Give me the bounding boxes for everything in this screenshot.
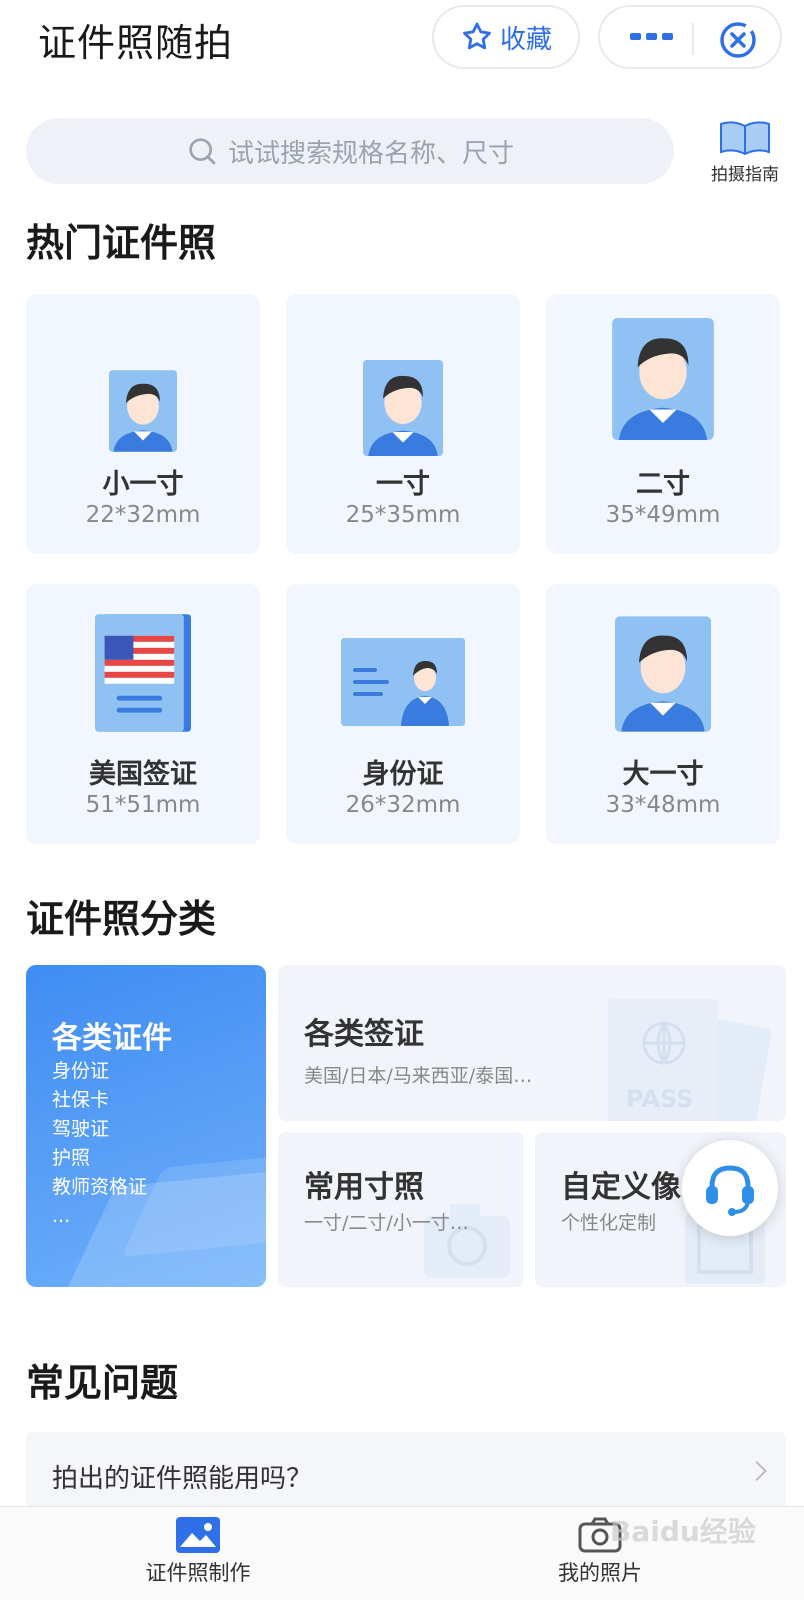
search-placeholder: 试试搜索规格名称、尺寸 (227, 138, 514, 169)
hot-item-id-card[interactable]: 身份证 26*32mm (286, 584, 520, 844)
list-item: 护照 (52, 1147, 91, 1169)
portrait-icon (363, 360, 443, 456)
list-item: 驾驶证 (52, 1118, 110, 1140)
category-subtitle: 一寸/二寸/小一寸… (304, 1212, 469, 1234)
guide-label: 拍摄指南 (711, 165, 779, 185)
category-title: 自定义像 (561, 1170, 681, 1205)
list-item: 教师资格证 (52, 1176, 148, 1198)
category-certificates[interactable]: 各类证件 身份证 社保卡 驾驶证 护照 教师资格证 ... (26, 965, 266, 1287)
hot-item-size: 22*32mm (85, 502, 201, 528)
category-subtitle: 美国/日本/马来西亚/泰国… (304, 1065, 533, 1087)
hot-item-us-visa[interactable]: 美国签证 51*51mm (26, 584, 260, 844)
hot-item-small-one-inch[interactable]: 小一寸 22*32mm (26, 294, 260, 554)
category-title: 各类签证 (304, 1017, 424, 1052)
category-title: 常用寸照 (304, 1170, 424, 1205)
nav-label: 证件照制作 (145, 1561, 251, 1585)
chevron-right-icon (747, 1461, 767, 1481)
nav-item-make[interactable]: 证件照制作 (118, 1517, 278, 1587)
guide-button[interactable]: 拍摄指南 (700, 120, 790, 185)
category-subtitle: 个性化定制 (561, 1212, 657, 1234)
nav-label: 我的照片 (558, 1561, 642, 1585)
portrait-icon (109, 370, 177, 452)
hot-item-size: 35*49mm (605, 502, 721, 528)
hot-item-name: 大一寸 (622, 759, 704, 790)
hot-item-large-one-inch[interactable]: 大一寸 33*48mm (546, 584, 780, 844)
hot-item-name: 身份证 (362, 759, 444, 790)
capsule-divider (692, 23, 694, 55)
passport-watermark: PASS (626, 1085, 693, 1113)
favorite-label: 收藏 (499, 24, 552, 55)
us-visa-icon (95, 614, 191, 732)
customer-service-button[interactable] (682, 1140, 778, 1236)
list-item: 身份证 (52, 1060, 110, 1082)
hot-item-size: 51*51mm (85, 792, 201, 818)
category-common-sizes[interactable]: 常用寸照 一寸/二寸/小一寸… (278, 1132, 524, 1287)
hot-item-two-inch[interactable]: 二寸 35*49mm (546, 294, 780, 554)
hot-item-name: 二寸 (636, 469, 690, 500)
star-icon (463, 22, 491, 50)
search-input[interactable]: 试试搜索规格名称、尺寸 (26, 118, 674, 184)
baidu-watermark: Baidu经验 (610, 1515, 756, 1548)
hot-item-name: 一寸 (376, 469, 430, 500)
picture-icon (176, 1517, 220, 1553)
more-icon[interactable] (630, 33, 673, 40)
passport-icon: PASS (608, 999, 772, 1121)
hot-item-size: 25*35mm (345, 502, 461, 528)
favorite-button[interactable]: 收藏 (432, 5, 580, 69)
faq-section-title: 常见问题 (26, 1361, 179, 1405)
hot-item-size: 33*48mm (605, 792, 721, 818)
page-title: 证件照随拍 (38, 21, 234, 65)
mini-program-capsule (598, 5, 782, 69)
category-title: 各类证件 (52, 1021, 172, 1056)
category-list: 身份证 社保卡 驾驶证 护照 教师资格证 ... (52, 1057, 147, 1231)
book-icon (720, 121, 770, 156)
hot-item-name: 小一寸 (102, 469, 184, 500)
portrait-icon (612, 318, 714, 440)
category-visas[interactable]: PASS 各类签证 美国/日本/马来西亚/泰国… (278, 965, 786, 1121)
portrait-icon (615, 616, 711, 732)
hot-item-size: 26*32mm (345, 792, 461, 818)
hot-item-one-inch[interactable]: 一寸 25*35mm (286, 294, 520, 554)
list-item: ... (52, 1205, 71, 1227)
hot-section-title: 热门证件照 (26, 221, 217, 265)
close-icon[interactable] (718, 20, 758, 60)
category-section-title: 证件照分类 (26, 897, 217, 941)
faq-question: 拍出的证件照能用吗？ (52, 1464, 313, 1494)
list-item: 社保卡 (52, 1089, 110, 1111)
page: 证件照随拍 收藏 试试搜索规格名称、尺寸 拍摄指南 热门证件照 小一寸 22*3… (0, 0, 804, 1600)
hot-item-name: 美国签证 (89, 759, 197, 790)
id-card-icon (341, 638, 465, 726)
headset-icon (706, 1165, 754, 1216)
search-icon (189, 138, 216, 165)
